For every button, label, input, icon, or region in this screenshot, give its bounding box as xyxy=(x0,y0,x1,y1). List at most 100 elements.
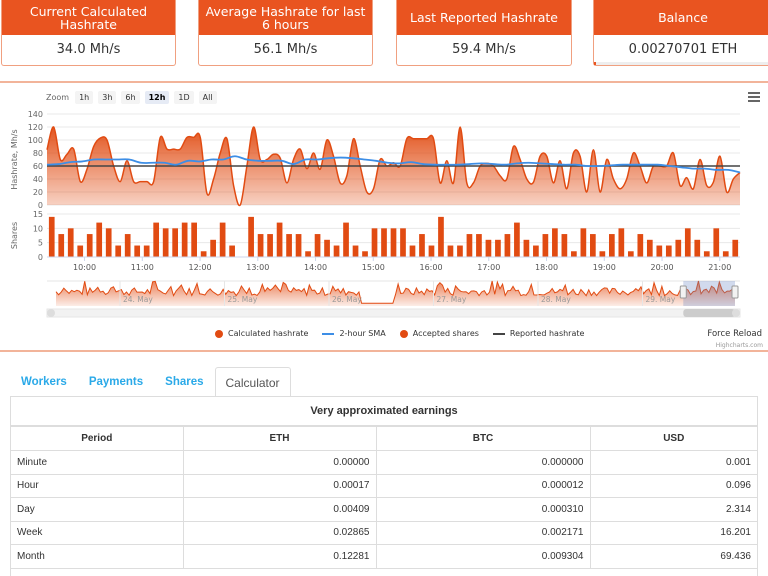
share-bar xyxy=(172,228,179,257)
divider xyxy=(0,81,768,83)
share-bar xyxy=(352,245,359,257)
share-bar xyxy=(409,245,416,257)
y-tick-label: 0 xyxy=(38,201,43,210)
dot-icon xyxy=(399,329,408,338)
share-bar xyxy=(362,251,368,257)
force-reload-link[interactable]: Force Reload xyxy=(707,329,762,339)
eth-cell: 0.00000 xyxy=(182,450,377,475)
legend-accepted-shares[interactable]: Accepted shares xyxy=(399,329,479,338)
x-tick-label: 16:00 xyxy=(420,263,443,272)
legend-calculated-hashrate[interactable]: Calculated hashrate xyxy=(215,329,308,338)
share-bar xyxy=(105,228,112,257)
share-bar xyxy=(191,222,197,257)
y-tick-label: 80 xyxy=(33,149,43,158)
balance-progress-fill xyxy=(594,62,596,65)
share-bar xyxy=(48,216,55,257)
table-row: Minute 0.00000 0.000000 0.001 xyxy=(11,450,757,475)
tab-payments[interactable]: Payments xyxy=(78,367,154,397)
legend-2-hour-sma[interactable]: 2-hour SMA xyxy=(322,329,386,338)
share-bar xyxy=(229,245,235,257)
period-cell: Day xyxy=(11,497,184,522)
share-bar xyxy=(67,228,74,257)
y-tick-label: 0 xyxy=(38,253,43,262)
btc-cell: 0.000000 xyxy=(375,450,591,475)
share-bar xyxy=(381,228,387,257)
share-bar xyxy=(684,228,691,257)
share-bar xyxy=(400,228,406,257)
share-bar xyxy=(637,234,644,257)
y-tick-label: 40 xyxy=(33,175,43,184)
share-bar xyxy=(286,234,292,257)
share-bar xyxy=(438,216,444,257)
navigator-tick-label: 25. May xyxy=(228,295,258,304)
share-bar xyxy=(457,245,463,257)
btc-cell: 0.000310 xyxy=(375,497,591,522)
scroll-left-button[interactable] xyxy=(47,309,55,317)
tab-workers[interactable]: Workers xyxy=(10,367,78,397)
share-bar xyxy=(571,251,577,257)
x-tick-label: 10:00 xyxy=(73,263,96,272)
share-bar xyxy=(124,234,131,257)
x-tick-label: 13:00 xyxy=(246,263,269,272)
usd-cell: 69.436 xyxy=(589,544,757,569)
share-bar xyxy=(219,222,226,257)
balance-card: Balance 0.00270701 ETH xyxy=(593,0,768,66)
share-bar xyxy=(495,239,501,257)
x-tick-label: 17:00 xyxy=(477,263,500,272)
y-tick-label: 15 xyxy=(33,210,43,219)
share-bar xyxy=(200,251,207,257)
share-bar xyxy=(181,222,188,257)
y-tick-label: 20 xyxy=(33,188,43,197)
share-bar xyxy=(656,245,663,257)
reported-hashrate-card: Last Reported Hashrate 59.4 Mh/s xyxy=(396,0,572,66)
share-bar xyxy=(153,222,160,257)
card-title: Balance xyxy=(594,0,768,35)
share-bar xyxy=(419,234,425,257)
scrollbar-thumb[interactable] xyxy=(683,309,735,317)
tab-calculator[interactable]: Calculator xyxy=(214,367,291,397)
highcharts-credits[interactable]: Highcharts.com xyxy=(716,342,763,349)
navigator-handle-right[interactable] xyxy=(731,285,739,299)
legend-reported-hashrate[interactable]: Reported hashrate xyxy=(492,329,585,338)
btc-cell: 0.000012 xyxy=(375,473,591,498)
share-bar xyxy=(447,245,454,257)
column-header-btc: BTC xyxy=(375,426,591,451)
eth-cell: 0.12281 xyxy=(182,544,377,569)
share-bar xyxy=(665,245,672,257)
column-header-eth: ETH xyxy=(182,426,377,451)
share-bar xyxy=(514,222,520,257)
divider xyxy=(0,350,768,352)
btc-cell: 0.009304 xyxy=(375,544,591,569)
navigator-tick-label: 26. May xyxy=(332,295,362,304)
chart-canvas: 24. May 25. May 26. May 27. May 28. May 29. M… xyxy=(10,110,741,318)
column-header-period: Period xyxy=(11,426,184,451)
table-row: Day 0.00409 0.000310 2.314 xyxy=(11,497,757,522)
card-value: 0.00270701 ETH xyxy=(628,42,738,57)
share-bar xyxy=(466,234,473,257)
share-bar xyxy=(608,234,615,257)
balance-progress-bar xyxy=(594,62,768,65)
x-tick-label: 15:00 xyxy=(362,263,385,272)
y-axis-title: Shares xyxy=(10,222,19,249)
share-bar xyxy=(390,228,397,257)
share-bar xyxy=(210,239,216,257)
share-bar xyxy=(694,239,701,257)
share-bar xyxy=(134,245,141,257)
share-bar xyxy=(371,228,378,257)
table-row: Month 0.12281 0.009304 69.436 xyxy=(11,544,757,569)
share-bar xyxy=(305,251,311,257)
share-bar xyxy=(590,234,596,257)
tab-shares[interactable]: Shares xyxy=(154,367,214,397)
share-bar xyxy=(523,239,530,257)
navigator-tick-label: 29. May xyxy=(646,295,676,304)
hashrate-chart: Zoom 1h 3h 6h 12h 1D All 24. May 25. May 2… xyxy=(0,84,768,349)
line-icon xyxy=(322,332,335,335)
card-title: Last Reported Hashrate xyxy=(397,0,571,35)
navigator-handle-left[interactable] xyxy=(679,285,687,299)
share-bar xyxy=(561,234,568,257)
scroll-right-button[interactable] xyxy=(732,309,740,317)
share-bar xyxy=(646,239,653,257)
legend-label: Reported hashrate xyxy=(509,329,585,338)
scrollbar-track xyxy=(46,308,741,318)
share-bar xyxy=(343,222,349,257)
